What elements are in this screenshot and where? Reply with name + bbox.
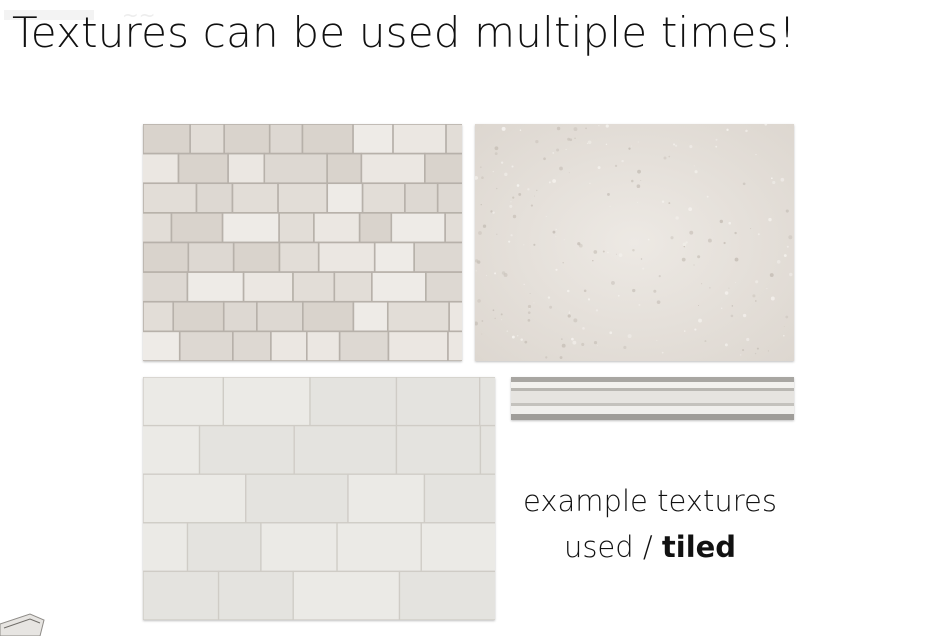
crown-molding-texture — [511, 377, 794, 420]
concrete-block-wall-texture — [143, 377, 495, 620]
stone-brick-wall-texture — [143, 124, 462, 361]
caption: example textures used / tiled — [505, 478, 795, 570]
slide: ~~ Textures can be used multiple times! — [0, 0, 933, 636]
plaster-concrete-texture — [475, 124, 794, 361]
caption-line-2-bold: tiled — [661, 530, 737, 564]
caption-line-2-prefix: used / — [563, 530, 662, 564]
caption-line-1: example textures — [523, 484, 777, 518]
corner-object-image — [0, 613, 45, 636]
caption-line-2: used / tiled — [505, 524, 795, 570]
slide-title: Textures can be used multiple times! — [12, 8, 796, 57]
